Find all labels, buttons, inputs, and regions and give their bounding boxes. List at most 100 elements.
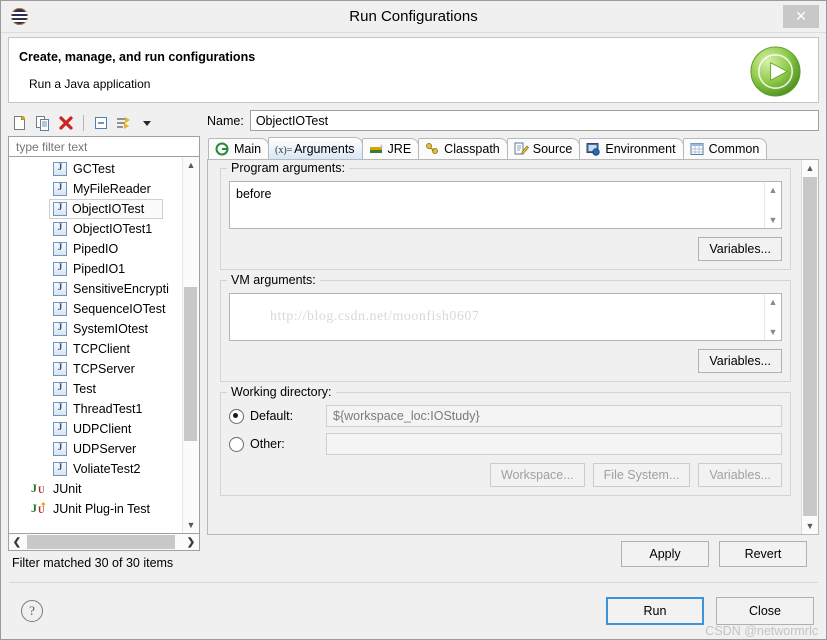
- tree-item[interactable]: UDPServer: [9, 439, 183, 459]
- tab-jre[interactable]: JRE: [361, 138, 420, 159]
- java-config-icon: [53, 342, 67, 356]
- chevron-down-icon[interactable]: [138, 114, 156, 132]
- tree-item[interactable]: TCPClient: [9, 339, 183, 359]
- tab-classpath[interactable]: Classpath: [418, 138, 508, 159]
- close-icon[interactable]: ✕: [783, 5, 819, 28]
- default-path-field[interactable]: ${workspace_loc:IOStudy}: [326, 405, 782, 427]
- tree-item-label: TCPServer: [73, 362, 135, 376]
- panel-vertical-scrollbar[interactable]: ▲ ▼: [801, 160, 818, 534]
- tree-item[interactable]: Test: [9, 379, 183, 399]
- scroll-left-icon[interactable]: ❮: [9, 535, 25, 550]
- tree-item[interactable]: J U ✦ JUnit Plug-in Test: [9, 499, 183, 519]
- tree-item-label: ThreadTest1: [73, 402, 143, 416]
- configuration-editor-pane: Name: Main (x)=Arguments JRE Classpath Sourc…: [207, 110, 819, 575]
- tree-item-label: Test: [73, 382, 96, 396]
- main-icon: [215, 142, 230, 156]
- name-input[interactable]: [249, 110, 819, 131]
- workspace-button[interactable]: Workspace...: [489, 463, 585, 487]
- tab-label: Main: [234, 142, 262, 156]
- tree-item-label: VoliateTest2: [73, 462, 141, 476]
- scroll-thumb[interactable]: [803, 177, 817, 516]
- tree-item[interactable]: UDPClient: [9, 419, 183, 439]
- dialog-footer: ? Run Close CSDN @networmrlc: [1, 583, 826, 639]
- tab-label: Classpath: [444, 142, 500, 156]
- revert-button[interactable]: Revert: [719, 541, 807, 567]
- java-config-icon: [53, 442, 67, 456]
- tree-item[interactable]: TCPServer: [9, 359, 183, 379]
- tree-item[interactable]: GCTest: [9, 159, 183, 179]
- tree-item[interactable]: MyFileReader: [9, 179, 183, 199]
- configurations-tree[interactable]: GCTest MyFileReader ObjectIOTest ObjectIOTe…: [8, 157, 200, 534]
- page-title: Create, manage, and run configurations: [19, 50, 256, 64]
- other-radio[interactable]: [229, 436, 244, 452]
- tab-source[interactable]: Source: [506, 138, 581, 159]
- working-dir-variables-button[interactable]: Variables...: [698, 463, 782, 487]
- window-title: Run Configurations: [349, 8, 478, 25]
- environment-icon: [586, 142, 601, 156]
- apply-revert-bar: Apply Revert: [207, 535, 819, 575]
- other-path-field[interactable]: [326, 433, 782, 455]
- java-config-icon: [53, 262, 67, 276]
- filter-icon[interactable]: [115, 114, 133, 132]
- run-green-play-icon: [750, 46, 801, 97]
- help-question-icon[interactable]: ?: [21, 600, 43, 622]
- tab-arguments[interactable]: (x)= Arguments: [268, 137, 363, 159]
- working-directory-label: Working directory:: [227, 385, 336, 399]
- tree-item-label: MyFileReader: [73, 182, 151, 196]
- program-arguments-textarea[interactable]: before ▲ ▼: [229, 181, 782, 229]
- scroll-up-icon[interactable]: ▲: [183, 157, 199, 173]
- toolbar-separator: [83, 115, 84, 131]
- scroll-up-icon[interactable]: ▲: [802, 160, 818, 176]
- delete-icon[interactable]: [57, 114, 75, 132]
- tree-item[interactable]: VoliateTest2: [9, 459, 183, 479]
- program-args-scrollbar[interactable]: ▲ ▼: [764, 182, 781, 228]
- new-launch-configuration-icon[interactable]: [11, 114, 29, 132]
- scroll-down-icon[interactable]: ▼: [765, 324, 781, 340]
- tree-vertical-scrollbar[interactable]: ▲ ▼: [182, 157, 199, 533]
- close-button[interactable]: Close: [716, 597, 814, 625]
- tree-item[interactable]: ThreadTest1: [9, 399, 183, 419]
- duplicate-icon[interactable]: [34, 114, 52, 132]
- tree-item-label: PipedIO: [73, 242, 119, 256]
- java-config-icon: [53, 162, 67, 176]
- scroll-thumb[interactable]: [184, 287, 197, 441]
- scroll-up-icon[interactable]: ▲: [765, 294, 781, 310]
- tab-main[interactable]: Main: [208, 138, 270, 159]
- title-bar: Run Configurations ✕: [1, 1, 826, 33]
- tab-label: Environment: [605, 142, 676, 156]
- run-button[interactable]: Run: [606, 597, 704, 625]
- vm-arguments-textarea[interactable]: http://blog.csdn.net/moonfish0607 ▲ ▼: [229, 293, 782, 341]
- scroll-up-icon[interactable]: ▲: [765, 182, 781, 198]
- search-input[interactable]: [14, 138, 199, 155]
- tree-item-label: ObjectIOTest: [72, 202, 145, 216]
- file-system-button[interactable]: File System...: [592, 463, 691, 487]
- tree-horizontal-scrollbar[interactable]: ❮ ❯: [8, 534, 200, 551]
- tab-common[interactable]: Common: [682, 138, 768, 159]
- scroll-down-icon[interactable]: ▼: [765, 212, 781, 228]
- tree-item-label: SequenceIOTest: [73, 302, 166, 316]
- vm-args-variables-button[interactable]: Variables...: [698, 349, 782, 373]
- scroll-right-icon[interactable]: ❯: [183, 535, 199, 550]
- vm-args-scrollbar[interactable]: ▲ ▼: [764, 294, 781, 340]
- tree-item[interactable]: SequenceIOTest: [9, 299, 183, 319]
- tab-environment[interactable]: Environment: [579, 138, 684, 159]
- apply-button[interactable]: Apply: [621, 541, 709, 567]
- collapse-all-icon[interactable]: [92, 114, 110, 132]
- program-args-variables-button[interactable]: Variables...: [698, 237, 782, 261]
- tree-item[interactable]: J U JUnit: [9, 479, 183, 499]
- default-radio[interactable]: [229, 408, 244, 424]
- tree-item[interactable]: PipedIO1: [9, 259, 183, 279]
- tree-item[interactable]: SensitiveEncrypti: [9, 279, 183, 299]
- tree-item-label: UDPServer: [73, 442, 137, 456]
- tree-item[interactable]: PipedIO: [9, 239, 183, 259]
- hscroll-thumb[interactable]: [27, 535, 175, 549]
- tree-item[interactable]: ObjectIOTest1: [9, 219, 183, 239]
- java-config-icon: [53, 302, 67, 316]
- junit-plugin-icon: J U ✦: [31, 500, 47, 515]
- filter-text-field[interactable]: [8, 136, 200, 157]
- vm-arguments-value: http://blog.csdn.net/moonfish0607: [270, 309, 480, 324]
- scroll-down-icon[interactable]: ▼: [802, 518, 818, 534]
- tree-item[interactable]: SystemIOtest: [9, 319, 183, 339]
- scroll-down-icon[interactable]: ▼: [183, 517, 199, 533]
- tree-item[interactable]: ObjectIOTest: [49, 199, 163, 219]
